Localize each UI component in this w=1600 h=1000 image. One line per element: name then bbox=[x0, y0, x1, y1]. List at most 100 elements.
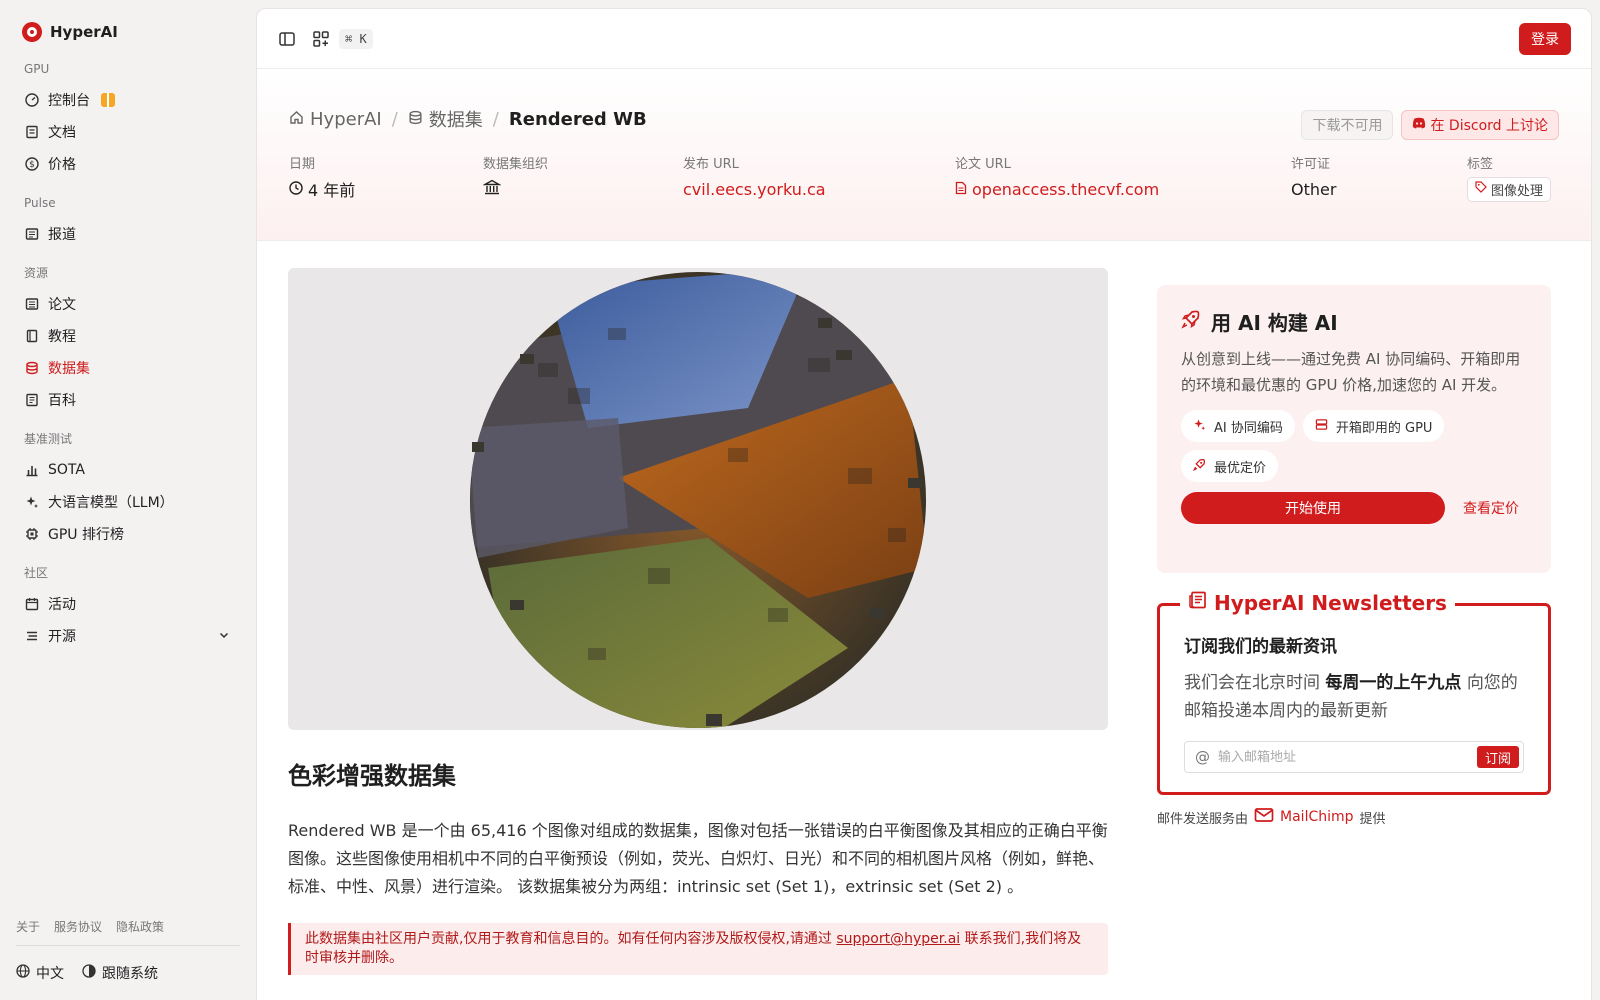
database-icon bbox=[25, 361, 39, 375]
sidebar: HyperAI GPU 控制台 文档 $ 价格 Pulse 报道 资源 论文 教… bbox=[0, 0, 256, 1000]
language-switcher[interactable]: 中文 bbox=[16, 963, 64, 983]
copyright-notice: 此数据集由社区用户贡献,仅用于教育和信息目的。如有任何内容涉及版权侵权,请通过 … bbox=[288, 923, 1108, 975]
promo-actions: 开始使用 查看定价 bbox=[1181, 492, 1527, 524]
sidebar-item-papers[interactable]: 论文 bbox=[16, 288, 240, 320]
brand-logo[interactable]: HyperAI bbox=[22, 18, 240, 46]
gauge-icon bbox=[25, 93, 39, 107]
sidebar-item-sota[interactable]: SOTA bbox=[16, 454, 240, 486]
sidebar-item-wiki[interactable]: 百科 bbox=[16, 384, 240, 416]
section-title-pulse: Pulse bbox=[24, 196, 56, 210]
sidebar-item-opensource[interactable]: 开源 bbox=[16, 620, 240, 652]
breadcrumb-datasets-label: 数据集 bbox=[428, 110, 483, 131]
sidebar-item-label: 数据集 bbox=[48, 361, 90, 377]
chip-label: AI 协同编码 bbox=[1214, 420, 1283, 436]
meta-tags-label: 标签 bbox=[1467, 157, 1494, 172]
section-title-resources: 资源 bbox=[24, 266, 49, 280]
meta-date: 日期 4 年前 bbox=[289, 153, 483, 200]
meta-date-label: 日期 bbox=[289, 157, 316, 172]
chevron-down-icon[interactable] bbox=[218, 629, 230, 644]
theme-switcher[interactable]: 跟随系统 bbox=[82, 963, 158, 983]
sidebar-item-label: 控制台 bbox=[48, 93, 90, 109]
meta-url: 发布 URL cvil.eecs.yorku.ca bbox=[683, 153, 955, 199]
dataset-content: 色彩增强数据集 Rendered WB 是一个由 65,416 个图像对组成的数… bbox=[288, 268, 1108, 975]
subscribe-button[interactable]: 订阅 bbox=[1476, 746, 1519, 768]
sidebar-item-label: 文档 bbox=[48, 125, 76, 141]
meta-org-label: 数据集组织 bbox=[483, 157, 549, 172]
discord-button[interactable]: 在 Discord 上讨论 bbox=[1401, 110, 1559, 140]
sidebar-item-label: 百科 bbox=[48, 393, 76, 409]
newsletter-text-bold: 每周一的上午九点 bbox=[1325, 673, 1462, 693]
mailchimp-link[interactable]: MailChimp bbox=[1254, 807, 1354, 827]
meta-paper-link[interactable]: openaccess.thecvf.com bbox=[955, 179, 1291, 199]
sidebar-item-label: SOTA bbox=[48, 462, 85, 478]
newsletter-box: HyperAI Newsletters 订阅我们的最新资讯 我们会在北京时间 每… bbox=[1157, 590, 1551, 795]
mail-icon bbox=[1254, 807, 1274, 827]
apps-grid-icon[interactable] bbox=[311, 29, 331, 49]
section-title-community: 社区 bbox=[24, 566, 49, 580]
feature-chip-ai-coding: AI 协同编码 bbox=[1181, 410, 1295, 442]
svg-text:$: $ bbox=[29, 160, 35, 170]
document-icon bbox=[25, 297, 39, 311]
notice-text-pre: 此数据集由社区用户贡献,仅用于教育和信息目的。如有任何内容涉及版权侵权,请通过 bbox=[305, 931, 832, 947]
sidebar-item-tutorials[interactable]: 教程 bbox=[16, 320, 240, 352]
theme-label: 跟随系统 bbox=[102, 966, 158, 982]
newsletter-heading: 订阅我们的最新资讯 bbox=[1184, 637, 1337, 657]
contrast-icon bbox=[82, 964, 96, 982]
support-email-link[interactable]: support@hyper.ai bbox=[836, 931, 960, 947]
breadcrumb-datasets[interactable]: 数据集 bbox=[408, 106, 483, 132]
sidebar-item-reports[interactable]: 报道 bbox=[16, 218, 240, 250]
list-icon bbox=[25, 629, 39, 643]
database-icon bbox=[408, 109, 423, 130]
hyperai-logo-icon bbox=[22, 22, 42, 42]
sidebar-item-label: 价格 bbox=[48, 157, 76, 173]
newsletter-text-pre: 我们会在北京时间 bbox=[1184, 673, 1320, 693]
newspaper-icon bbox=[1188, 590, 1208, 615]
sidebar-item-datasets[interactable]: 数据集 bbox=[16, 352, 240, 384]
footer-link-about[interactable]: 关于 bbox=[16, 918, 40, 935]
promo-text: 从创意到上线——通过免费 AI 协同编码、开箱即用的环境和最优惠的 GPU 价格… bbox=[1181, 350, 1521, 394]
sidebar-item-gpu-rank[interactable]: GPU 排行榜 bbox=[16, 518, 240, 550]
dataset-meta: 日期 4 年前 数据集组织 发布 URL cvil.eecs.yorku.ca … bbox=[289, 153, 1559, 202]
footer-link-privacy[interactable]: 隐私政策 bbox=[116, 918, 164, 935]
sidebar-item-llm[interactable]: 大语言模型（LLM） bbox=[16, 486, 240, 518]
email-input[interactable] bbox=[1218, 749, 1469, 765]
search-shortcut-hint[interactable]: ⌘ K bbox=[339, 28, 373, 49]
meta-license-value: Other bbox=[1291, 179, 1337, 199]
meta-license-label: 许可证 bbox=[1291, 157, 1331, 172]
sidebar-item-docs[interactable]: 文档 bbox=[16, 116, 240, 148]
dataset-title: 色彩增强数据集 bbox=[288, 762, 456, 790]
sidebar-toggle-icon[interactable] bbox=[277, 29, 297, 49]
dataset-header: HyperAI / 数据集 / Rendered WB 下载不可用 在 Disc… bbox=[257, 69, 1591, 241]
email-subscribe-row: @ 订阅 bbox=[1184, 741, 1524, 773]
login-button[interactable]: 登录 bbox=[1519, 22, 1571, 55]
sidebar-item-console[interactable]: 控制台 bbox=[16, 84, 240, 116]
meta-paper-value: openaccess.thecvf.com bbox=[972, 179, 1160, 199]
home-icon bbox=[289, 109, 304, 130]
newsletter-legend: HyperAI Newsletters bbox=[1180, 590, 1455, 615]
footer-link-terms[interactable]: 服务协议 bbox=[54, 918, 102, 935]
gift-icon bbox=[101, 93, 115, 107]
mail-provider: 邮件发送服务由 MailChimp 提供 bbox=[1157, 807, 1551, 827]
mail-provider-post: 提供 bbox=[1359, 811, 1386, 827]
section-title-gpu: GPU bbox=[24, 62, 50, 76]
sidebar-item-label: GPU 排行榜 bbox=[48, 527, 124, 543]
view-pricing-link[interactable]: 查看定价 bbox=[1463, 498, 1519, 518]
meta-date-value-row: 4 年前 bbox=[289, 179, 483, 200]
download-button[interactable]: 下载不可用 bbox=[1301, 110, 1394, 140]
tsne-mosaic-image bbox=[470, 272, 926, 728]
at-sign-icon: @ bbox=[1195, 748, 1210, 766]
dataset-description: Rendered WB 是一个由 65,416 个图像对组成的数据集，图像对包括… bbox=[288, 821, 1108, 896]
book-open-icon bbox=[25, 393, 39, 407]
meta-url-value[interactable]: cvil.eecs.yorku.ca bbox=[683, 179, 955, 199]
sidebar-item-pricing[interactable]: $ 价格 bbox=[16, 148, 240, 180]
section-title-benchmarks: 基准测试 bbox=[24, 432, 73, 446]
meta-tags: 标签 图像处理 bbox=[1467, 153, 1552, 202]
sidebar-item-events[interactable]: 活动 bbox=[16, 588, 240, 620]
get-started-button[interactable]: 开始使用 bbox=[1181, 492, 1445, 524]
breadcrumb-home[interactable]: HyperAI bbox=[289, 109, 382, 130]
header-actions: 下载不可用 在 Discord 上讨论 bbox=[1301, 110, 1559, 140]
sidebar-item-label: 教程 bbox=[48, 329, 76, 345]
tag-chip[interactable]: 图像处理 bbox=[1467, 176, 1552, 202]
file-text-icon bbox=[955, 180, 967, 199]
sparkles-icon bbox=[1193, 418, 1206, 435]
